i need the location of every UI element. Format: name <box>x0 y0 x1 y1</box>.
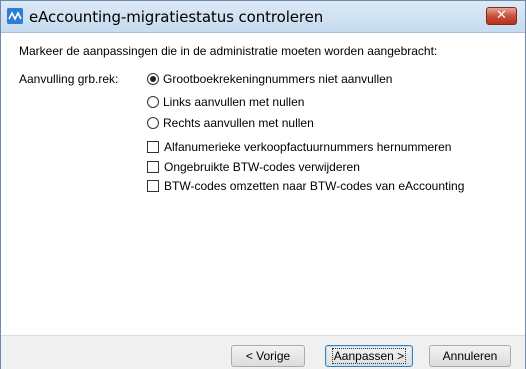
radio-no-padding[interactable]: Grootboekrekeningnummers niet aanvullen <box>147 71 392 87</box>
checkbox-label: Alfanumerieke verkoopfactuurnummers hern… <box>164 140 452 154</box>
close-button[interactable]: ✕ <box>486 7 517 25</box>
radio-label: Grootboekrekeningnummers niet aanvullen <box>163 72 393 86</box>
radio-label: Rechts aanvullen met nullen <box>163 116 314 130</box>
title-bar[interactable]: eAccounting-migratiestatus controleren ✕ <box>1 1 525 33</box>
radio-button[interactable] <box>147 96 159 108</box>
checkbox-label: BTW-codes omzetten naar BTW-codes van eA… <box>164 179 465 193</box>
radio-label: Links aanvullen met nullen <box>163 95 305 109</box>
checkbox[interactable] <box>147 161 159 173</box>
apply-button-label: Aanpassen > <box>331 348 407 364</box>
padding-group-label: Aanvulling grb.rek: <box>19 72 119 86</box>
button-bar: < Vorige Aanpassen > Annuleren <box>1 335 525 369</box>
checkbox-label: Ongebruikte BTW-codes verwijderen <box>164 160 360 174</box>
radio-pad-left-zeros[interactable]: Links aanvullen met nullen <box>147 94 304 110</box>
checkbox-remove-unused-vat-codes[interactable]: Ongebruikte BTW-codes verwijderen <box>147 159 360 175</box>
radio-pad-right-zeros[interactable]: Rechts aanvullen met nullen <box>147 115 314 131</box>
checkbox-convert-vat-codes[interactable]: BTW-codes omzetten naar BTW-codes van eA… <box>147 178 464 194</box>
instruction-text: Markeer de aanpassingen die in de admini… <box>19 44 438 58</box>
window-title: eAccounting-migratiestatus controleren <box>29 8 324 26</box>
dialog-content: Markeer de aanpassingen die in de admini… <box>1 33 525 335</box>
checkbox[interactable] <box>147 180 159 192</box>
radio-button[interactable] <box>147 117 159 129</box>
apply-button[interactable]: Aanpassen > <box>325 345 413 367</box>
dialog-window: eAccounting-migratiestatus controleren ✕… <box>0 0 526 369</box>
close-icon: ✕ <box>496 8 507 23</box>
eaccounting-logo-icon <box>7 8 23 24</box>
checkbox[interactable] <box>147 141 159 153</box>
back-button[interactable]: < Vorige <box>231 345 305 367</box>
radio-button[interactable] <box>147 73 159 85</box>
cancel-button[interactable]: Annuleren <box>429 345 511 367</box>
checkbox-renumber-invoices[interactable]: Alfanumerieke verkoopfactuurnummers hern… <box>147 139 451 155</box>
